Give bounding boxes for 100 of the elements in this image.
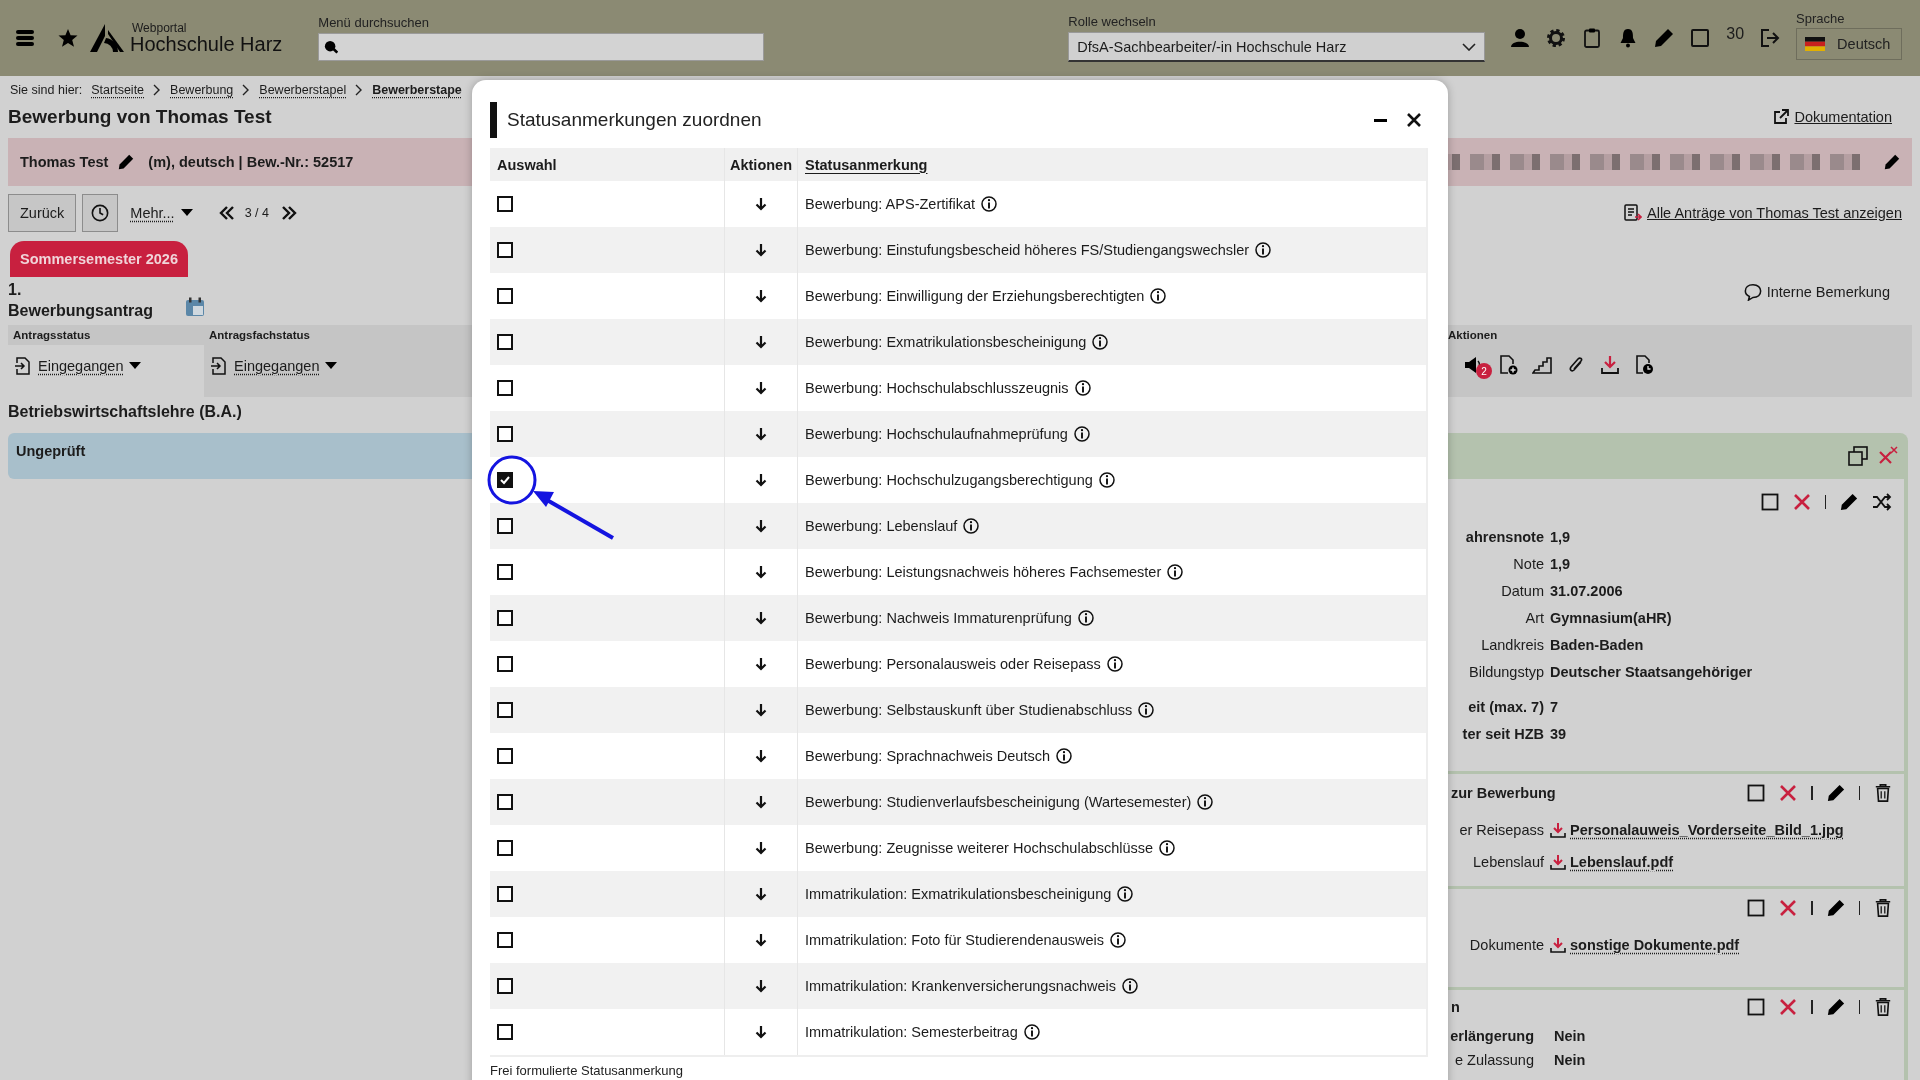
internal-note-link[interactable]: Interne Bemerkung (1743, 283, 1890, 301)
clipboard-icon[interactable] (1582, 28, 1603, 48)
arrow-down-icon[interactable] (754, 887, 768, 901)
pencil-icon[interactable] (1840, 493, 1858, 511)
all-applications-link[interactable]: Alle Anträge von Thomas Test anzeigen (1624, 204, 1902, 222)
info-icon[interactable] (963, 518, 980, 534)
arrow-down-icon[interactable] (754, 519, 768, 533)
close-all-icon[interactable] (1878, 446, 1898, 466)
checkbox[interactable] (497, 334, 513, 350)
info-icon[interactable] (1056, 748, 1073, 764)
arrow-down-icon[interactable] (754, 841, 768, 855)
calendar-icon[interactable] (184, 297, 205, 317)
info-icon[interactable] (1110, 932, 1126, 948)
info-icon[interactable] (1098, 472, 1115, 488)
checkbox[interactable] (497, 242, 513, 258)
stairs-icon[interactable] (1532, 355, 1552, 375)
square-icon[interactable] (1760, 493, 1779, 511)
checkbox[interactable] (497, 886, 513, 902)
status-dropdown[interactable]: Eingegangen (234, 358, 320, 374)
trash-icon[interactable] (1874, 998, 1892, 1016)
caret-icon[interactable] (325, 362, 338, 370)
arrow-down-icon[interactable] (754, 335, 768, 349)
arrow-down-icon[interactable] (754, 611, 768, 625)
role-select[interactable]: DfsA-Sachbearbeiter/-in Hochschule Harz (1068, 32, 1486, 62)
checkbox[interactable] (497, 564, 513, 580)
checkbox[interactable] (497, 702, 513, 718)
status-dropdown[interactable]: Eingegangen (38, 358, 124, 374)
info-icon[interactable] (1092, 334, 1109, 350)
trash-icon[interactable] (1874, 899, 1892, 917)
info-icon[interactable] (1122, 978, 1139, 994)
pencil-icon[interactable] (1826, 998, 1845, 1016)
file-clock-icon[interactable] (1634, 355, 1654, 375)
checkbox[interactable] (497, 196, 513, 212)
checkbox[interactable] (497, 794, 513, 810)
checkbox[interactable] (497, 1024, 513, 1040)
double-chevron-right-icon[interactable] (281, 205, 297, 221)
arrow-down-icon[interactable] (754, 427, 768, 441)
logout-icon[interactable] (1760, 28, 1781, 48)
documentation-link[interactable]: Dokumentation (1773, 109, 1892, 125)
checkbox[interactable] (497, 380, 513, 396)
checkbox[interactable] (497, 748, 513, 764)
pencil-icon[interactable] (118, 154, 135, 170)
breadcrumb-link[interactable]: Bewerbung (170, 83, 234, 97)
star-icon[interactable] (58, 28, 78, 48)
info-icon[interactable] (1159, 840, 1176, 856)
download-icon[interactable] (1600, 355, 1620, 375)
pencil-icon[interactable] (1884, 154, 1900, 170)
checkbox[interactable] (497, 518, 513, 534)
arrow-down-icon[interactable] (754, 979, 768, 993)
arrow-down-icon[interactable] (754, 749, 768, 763)
info-icon[interactable] (1023, 1024, 1040, 1040)
checkbox[interactable] (497, 426, 513, 442)
square-icon[interactable] (1747, 784, 1765, 802)
windows-icon[interactable] (1848, 446, 1868, 466)
checkbox[interactable] (497, 978, 513, 994)
more-dropdown[interactable]: Mehr... (130, 205, 175, 221)
shuffle-icon[interactable] (1872, 492, 1892, 512)
arrow-down-icon[interactable] (754, 289, 768, 303)
square-icon[interactable] (1690, 28, 1711, 48)
caret-icon[interactable] (180, 209, 193, 217)
double-chevron-left-icon[interactable] (218, 205, 235, 221)
info-icon[interactable] (1073, 426, 1090, 442)
back-button[interactable]: Zurück (8, 194, 77, 232)
info-icon[interactable] (981, 196, 998, 212)
info-icon[interactable] (1074, 380, 1091, 396)
arrow-down-icon[interactable] (754, 197, 768, 211)
file-link[interactable]: sonstige Dokumente.pdf (1550, 937, 1740, 953)
info-icon[interactable] (1138, 702, 1155, 718)
checkbox[interactable] (497, 840, 513, 856)
pencil-icon[interactable] (1826, 899, 1845, 917)
arrow-down-icon[interactable] (754, 243, 768, 257)
arrow-down-icon[interactable] (754, 565, 768, 579)
file-link[interactable]: Personalauweis_Vorderseite_Bild_1.jpg (1550, 822, 1844, 838)
pencil-icon[interactable] (1654, 28, 1675, 48)
search-field[interactable] (318, 33, 765, 61)
info-icon[interactable] (1150, 288, 1167, 304)
info-icon[interactable] (1117, 886, 1134, 902)
user-icon[interactable] (1510, 28, 1531, 48)
delete-icon[interactable] (1792, 493, 1811, 511)
caret-icon[interactable] (129, 362, 142, 370)
pencil-icon[interactable] (1826, 784, 1845, 802)
arrow-down-icon[interactable] (754, 703, 768, 717)
arrow-down-icon[interactable] (754, 933, 768, 947)
info-icon[interactable] (1197, 794, 1214, 810)
delete-icon[interactable] (1779, 998, 1797, 1016)
checkbox[interactable] (497, 288, 513, 304)
semester-tab[interactable]: Sommersemester 2026 (10, 241, 188, 277)
info-icon[interactable] (1077, 610, 1094, 626)
language-button[interactable]: Deutsch (1796, 27, 1903, 60)
settings-icon[interactable] (1546, 28, 1567, 48)
arrow-down-icon[interactable] (754, 657, 768, 671)
history-button[interactable] (82, 194, 119, 232)
checkbox[interactable] (497, 610, 513, 626)
checkbox[interactable] (497, 932, 513, 948)
square-icon[interactable] (1747, 899, 1765, 917)
checkbox[interactable] (497, 656, 513, 672)
delete-icon[interactable] (1779, 784, 1797, 802)
square-icon[interactable] (1747, 998, 1765, 1016)
file-plus-icon[interactable] (1498, 355, 1518, 375)
arrow-down-icon[interactable] (754, 473, 768, 487)
